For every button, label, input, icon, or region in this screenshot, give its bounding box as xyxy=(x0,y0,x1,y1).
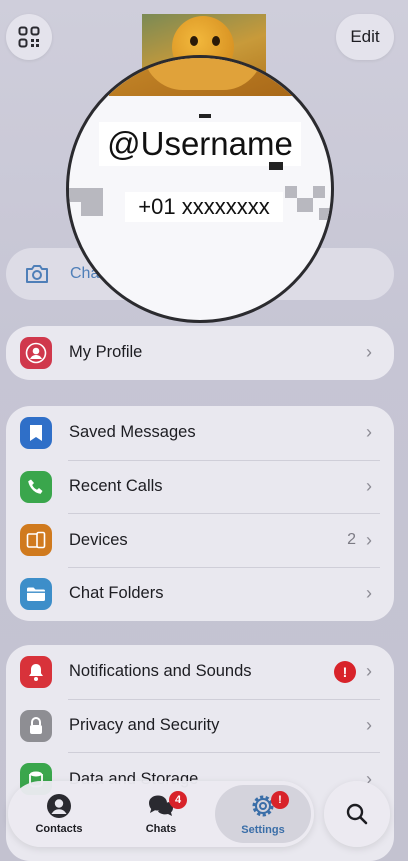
pixel-artifact xyxy=(269,162,283,170)
main-group: Saved Messages › Recent Calls › Devices … xyxy=(6,406,394,621)
settings-badge: ! xyxy=(271,791,289,809)
saved-messages-row[interactable]: Saved Messages › xyxy=(6,406,394,460)
avatar-eye xyxy=(212,36,220,46)
camera-icon xyxy=(26,265,48,283)
privacy-row[interactable]: Privacy and Security › xyxy=(6,698,394,753)
username-text: @Username xyxy=(99,122,301,166)
folder-icon xyxy=(20,577,52,610)
person-icon xyxy=(20,336,52,369)
tab-bar: Contacts Chats 4 Settings ! xyxy=(8,781,314,847)
chevron-right-icon: › xyxy=(366,715,372,736)
notifications-label: Notifications and Sounds xyxy=(69,662,252,681)
phone-number-text: +01 xxxxxxxx xyxy=(125,192,283,222)
chevron-right-icon: › xyxy=(366,583,372,604)
devices-label: Devices xyxy=(69,530,128,549)
chevron-right-icon: › xyxy=(366,529,372,550)
qr-code-icon xyxy=(18,26,40,48)
avatar-eye xyxy=(190,36,198,46)
tab-settings-label: Settings xyxy=(241,824,285,836)
devices-row[interactable]: Devices 2 › xyxy=(6,513,394,567)
phone-icon xyxy=(20,470,52,503)
chat-folders-row[interactable]: Chat Folders › xyxy=(6,567,394,621)
tab-chats[interactable]: Chats 4 xyxy=(113,785,209,843)
tab-contacts[interactable]: Contacts xyxy=(11,785,107,843)
devices-icon xyxy=(20,524,52,557)
tab-chats-label: Chats xyxy=(145,823,177,835)
chevron-right-icon: › xyxy=(366,422,372,443)
tab-settings[interactable]: Settings ! xyxy=(215,785,311,843)
my-profile-row[interactable]: My Profile › xyxy=(6,326,394,380)
my-profile-label: My Profile xyxy=(69,343,143,362)
bookmark-icon xyxy=(20,416,52,449)
devices-count: 2 xyxy=(347,531,356,549)
bell-icon xyxy=(20,655,52,688)
profile-group: My Profile › xyxy=(6,326,394,380)
search-button[interactable] xyxy=(324,781,390,847)
chevron-right-icon: › xyxy=(366,476,372,497)
qr-code-button[interactable] xyxy=(6,14,52,60)
recent-calls-row[interactable]: Recent Calls › xyxy=(6,459,394,514)
tab-contacts-label: Contacts xyxy=(35,823,83,835)
magnified-photo xyxy=(109,58,299,96)
saved-messages-label: Saved Messages xyxy=(69,423,196,442)
chevron-right-icon: › xyxy=(366,661,372,682)
search-icon xyxy=(346,803,368,825)
chats-badge: 4 xyxy=(169,791,187,809)
person-circle-icon xyxy=(47,794,71,818)
privacy-label: Privacy and Security xyxy=(69,716,220,735)
magnifier-overlay: @Username +01 xxxxxxxx xyxy=(66,55,334,323)
chat-folders-label: Chat Folders xyxy=(69,584,164,603)
pixel-artifact xyxy=(199,114,211,118)
lock-icon xyxy=(20,709,52,742)
edit-button[interactable]: Edit xyxy=(336,14,394,60)
chevron-right-icon: › xyxy=(366,342,372,363)
notifications-row[interactable]: Notifications and Sounds ! › xyxy=(6,645,394,699)
recent-calls-label: Recent Calls xyxy=(69,477,163,496)
alert-badge: ! xyxy=(334,660,356,683)
